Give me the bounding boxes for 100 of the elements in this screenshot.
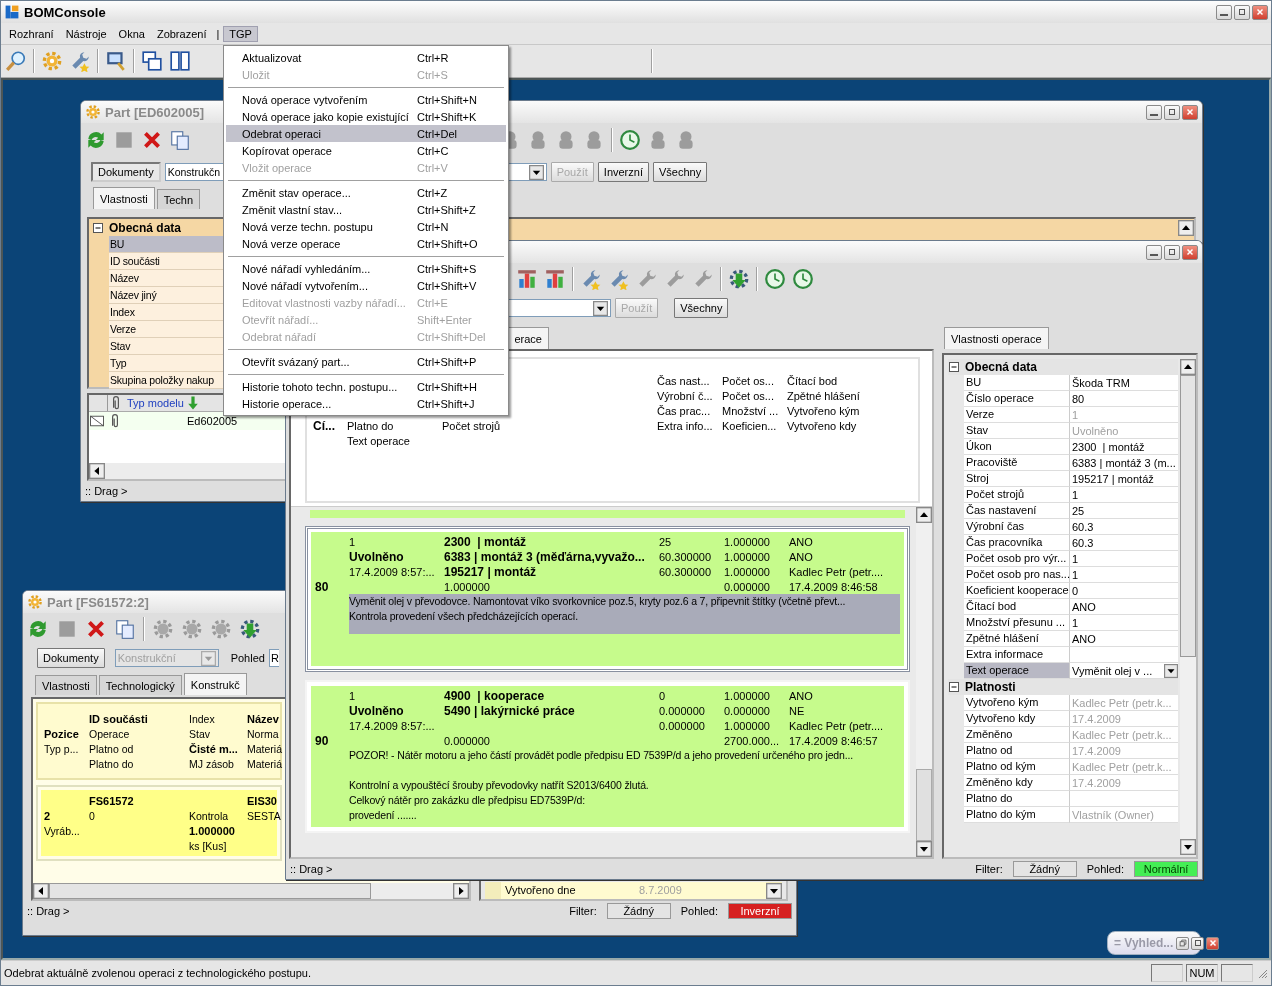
operation-text: Kontrola provedení všech předcházejících operací. [349,609,580,624]
field-text: 17.4.2009 8:57:... [349,565,436,578]
field-text: 17.4.2009 8:46:58 [789,580,879,593]
field-text: 0 [89,809,96,822]
filter-label: Filter: [974,863,1004,875]
field-text: ID součásti [89,712,149,725]
field-text: 80 [315,579,330,594]
property-value: Kadlec Petr (petr.k... [1070,727,1178,743]
field-text: 1.000000 [724,550,771,563]
field-text: Počet os... [722,389,775,402]
field-text: 1 [349,689,357,702]
status-message: Odebrat aktuálně zvolenou operaci z technologického postupu. [4,967,311,979]
property-value: Vlastník (Owner) [1070,807,1178,823]
view-label: Pohled: [679,905,719,917]
field-text: Množství ... [722,404,780,417]
property-value: 25 [1070,503,1178,519]
operation-text: Vyměnit olej v převodovce. Namontovat víko svorkovnice poz.5, kryty poz.6 a 7, připevnit štítky (včetně převt... [349,594,847,609]
field-text: 1.000000 [724,719,771,732]
field-text: Název [247,712,280,725]
field-text: MJ zásob [189,757,235,770]
property-value: ANO [1070,599,1178,615]
field-text: 6383 | montáž 3 (měďárna,vyvažo... [444,549,646,564]
property-value: Uvolněno [1070,423,1178,439]
drag-label: :: Drag > [85,485,128,497]
field-text: 5490 | lakýrnické práce [444,703,576,718]
property-value: Kadlec Petr (petr.k... [1070,759,1178,775]
field-text: 60.300000 [659,550,712,563]
field-text: Norma [247,727,280,740]
field-text: Uvolněno [349,549,405,564]
property-value: 195217 | montáž [1070,471,1178,487]
field-text: 0.000000 [724,580,771,593]
field-text: Index [189,712,216,725]
field-text: 4900 | kooperace [444,688,546,703]
window-title: Part [FS61572:2] [47,594,149,610]
view-value: Normální [1134,861,1198,877]
app-title: BOMConsole [24,4,106,20]
field-text: FS61572 [89,794,135,807]
filter-value: Žádný [1012,861,1077,877]
menu-divider: | [215,26,221,42]
field-text: 1 [349,535,357,548]
field-text: Vytvořeno kým [787,404,861,417]
property-value: Škoda TRM [1070,375,1178,391]
field-text: Uvolněno [349,703,405,718]
field-text: Počet os... [722,374,775,387]
field-text: Materiá [247,742,282,755]
field-text: 25 [659,535,673,548]
operation-text: Kontrolní a vypouštěcí šrouby převodovky natřít S2013/6400 žlutá. [349,778,650,793]
field-text: Materiá [247,757,282,770]
field-text: 2300 | montáž [444,534,528,549]
field-text: Platno do [89,757,135,770]
field-text: 1.000000 [724,565,771,578]
field-text: Platno od [89,742,135,755]
drag-label: :: Drag > [290,863,333,875]
field-text: Operace [89,727,131,740]
field-text: SESTA [247,809,282,822]
property-value: 80 [1070,391,1178,407]
filter-value: Žádný [606,903,671,919]
field-text: 2 [44,809,52,822]
field-text: 0 [659,689,667,702]
field-text: Čisté m... [189,742,239,755]
section-title: Obecná data [109,220,182,235]
property-value: 6383 | montáž 3 (m... [1070,455,1178,471]
field-text: 17.4.2009 8:57:... [349,719,436,732]
field-text: 90 [315,733,330,748]
property-value: 0 [1070,583,1178,599]
property-value: 1 [1070,567,1178,583]
field-text: Zpětné hlášení [787,389,861,402]
field-text: 60.300000 [659,565,712,578]
field-text: ANO [789,689,814,702]
field-text: Platno do [347,419,395,432]
property-value: 60.3 [1070,535,1178,551]
property-value: 1 [1070,551,1178,567]
window-title: = Vyhled... [1114,936,1174,950]
property-value: 2300 | montáž [1070,439,1178,455]
field-text: Vyráb... [44,824,81,837]
field-text: 0.000000 [659,704,706,717]
property-value: 60.3 [1070,519,1178,535]
filter-label: Filter: [568,905,598,917]
field-text: Cí... [313,418,336,433]
field-text: EIS30 [247,794,278,807]
drag-label: :: Drag > [27,905,70,917]
num-indicator: NUM [1186,964,1218,982]
property-value: 17.4.2009 [1070,775,1178,791]
view-label: Pohled: [1085,863,1125,875]
field-text: 195217 | montáž [444,564,538,579]
field-text: 1.000000 [724,535,771,548]
window-title: Part [ED602005] [105,104,204,120]
operation-text: provedení ....... [349,808,418,823]
field-text: ANO [789,550,814,563]
field-text: Koeficien... [722,419,778,432]
field-text: 17.4.2009 8:46:57 [789,734,879,747]
field-text: Počet strojů [442,419,502,432]
field-text: 1.000000 [724,689,771,702]
field-text: Čas prac... [657,404,712,417]
property-value: 1 [1070,487,1178,503]
field-text: Výrobní č... [657,389,714,402]
field-text: 0.000000 [724,704,771,717]
view-value: Inverzní [728,903,792,919]
field-text: Čítací bod [787,374,839,387]
field-text: NE [789,704,806,717]
